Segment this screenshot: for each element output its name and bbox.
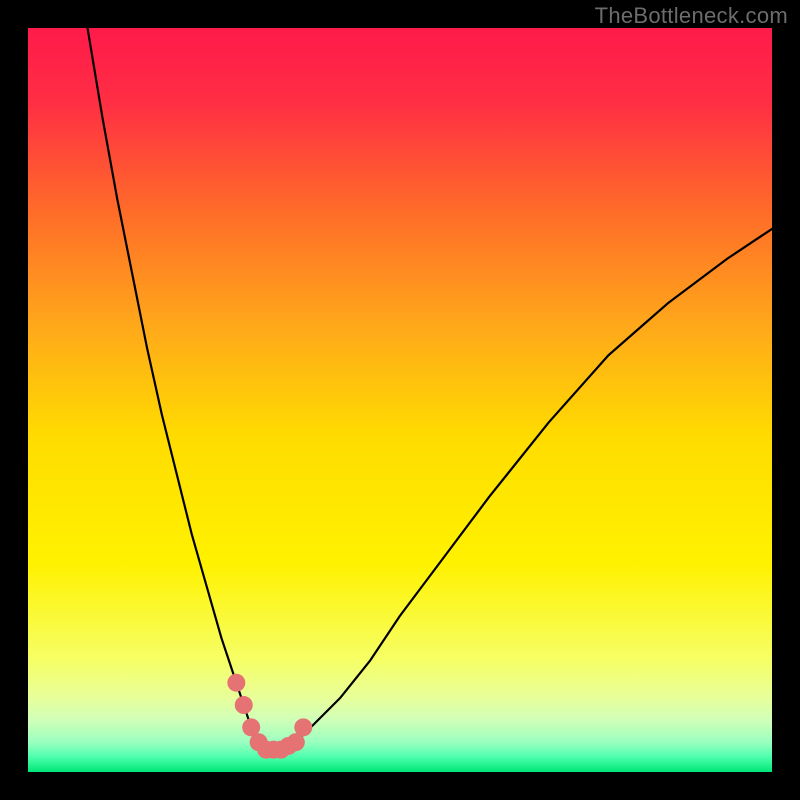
highlight-point — [294, 718, 312, 736]
chart-container — [28, 28, 772, 772]
highlight-point — [235, 696, 253, 714]
curve-overlay — [28, 28, 772, 772]
bottleneck-curve — [88, 28, 772, 750]
highlight-point — [227, 674, 245, 692]
watermark-text: TheBottleneck.com — [595, 3, 788, 29]
